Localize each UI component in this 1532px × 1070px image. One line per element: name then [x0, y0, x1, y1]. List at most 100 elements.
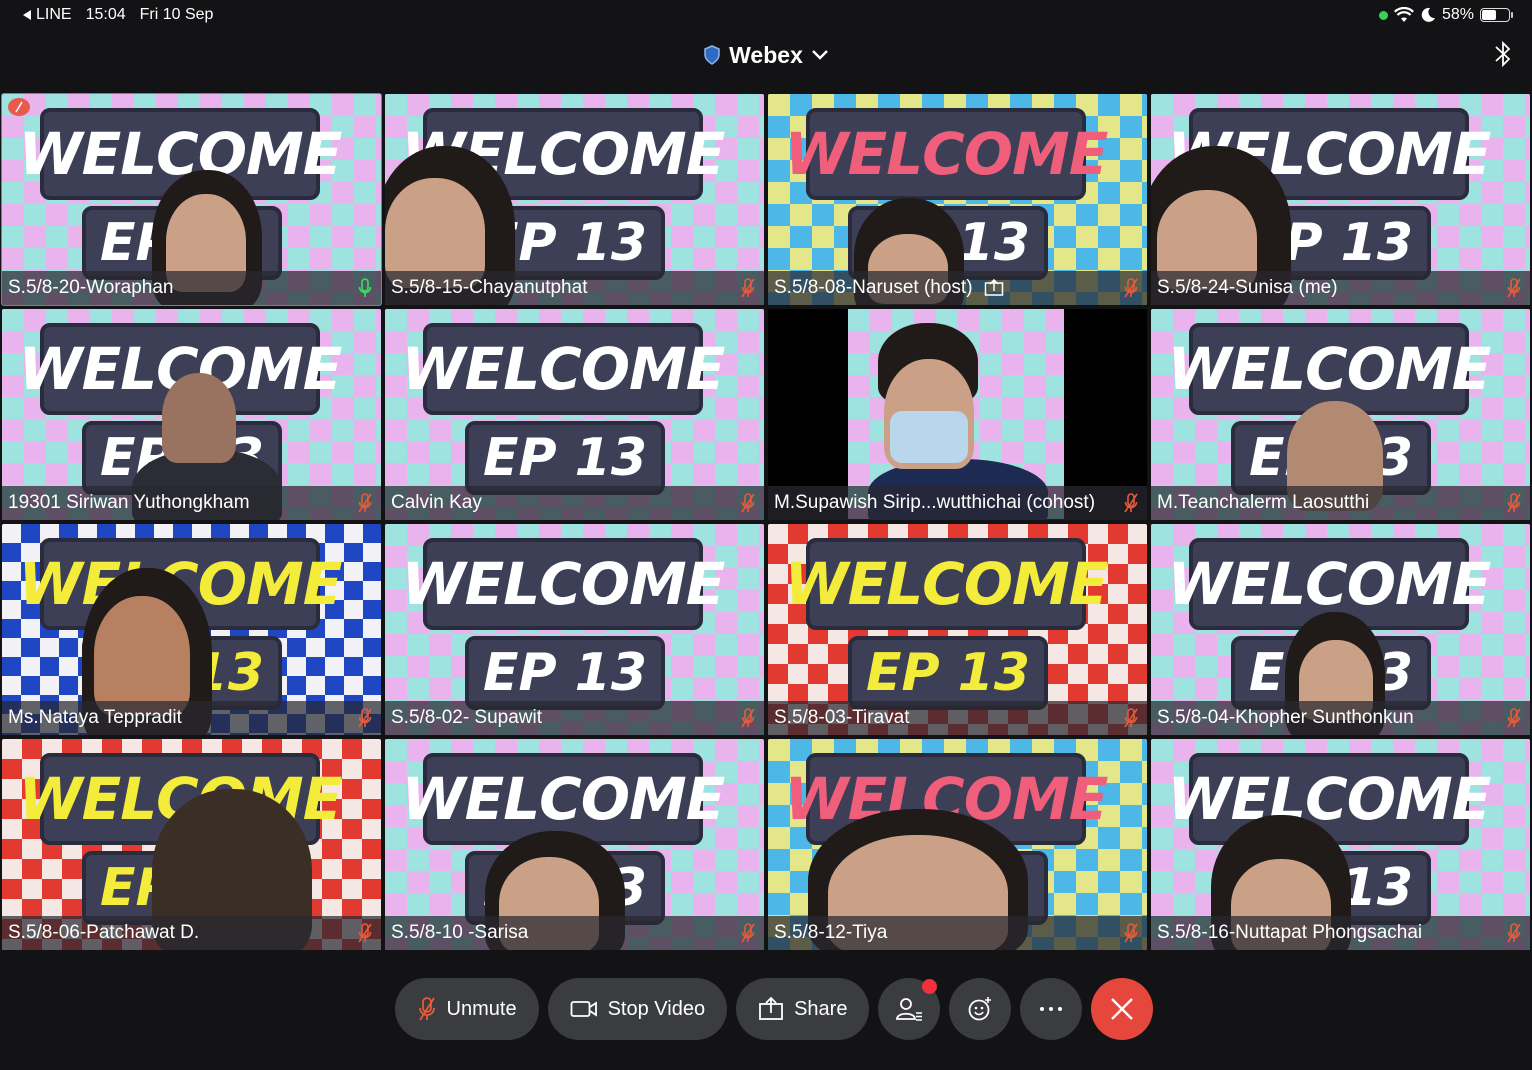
reactions-button[interactable]: [949, 978, 1012, 1040]
close-icon: [1111, 998, 1134, 1020]
participant-name: Calvin Kay: [391, 492, 482, 513]
participant-name: S.5/8-16-Nuttapat Phongsachai: [1157, 922, 1423, 943]
video-tile[interactable]: WELCOME EP 13 S.5/8-02- Supawit: [385, 524, 764, 735]
notification-badge: [922, 979, 938, 994]
mic-muted-icon: [741, 708, 755, 728]
video-tile[interactable]: M.Supawish Sirip...wutthichai (cohost): [768, 309, 1147, 520]
participant-nametag: M.Supawish Sirip...wutthichai (cohost): [768, 486, 1147, 520]
end-call-button[interactable]: [1091, 978, 1154, 1040]
video-camera-icon: [570, 1001, 597, 1017]
participant-name: S.5/8-04-Khopher Sunthonkun: [1157, 707, 1414, 728]
recording-indicator-icon: [8, 98, 30, 116]
participant-nametag: S.5/8-08-Naruset (host): [768, 271, 1147, 305]
video-tile[interactable]: WELCOME EP 13 M.Teanchalerm Laosutthi: [1151, 309, 1530, 520]
video-tile[interactable]: WELCOME EP 13 S.5/8-20-Woraphan: [1, 93, 382, 306]
mic-muted-icon: [358, 708, 372, 728]
bluetooth-icon[interactable]: [1492, 38, 1514, 70]
date: Fri 10 Sep: [139, 6, 214, 23]
more-options-button[interactable]: [1020, 978, 1083, 1040]
mic-on-icon: [358, 278, 372, 297]
participant-nametag: 19301 Siriwan Yuthongkham: [2, 486, 381, 520]
participant-nametag: S.5/8-06-Patchawat D.: [2, 916, 381, 950]
participants-button[interactable]: [878, 978, 941, 1040]
battery-percent: 58%: [1441, 6, 1474, 23]
meeting-controls: Unmute Stop Video Share: [0, 978, 1532, 1040]
video-tile[interactable]: WELCOME EP 13 S.5/8-12-Tiya: [768, 739, 1147, 950]
shield-icon: [704, 45, 720, 65]
participant-name: 19301 Siriwan Yuthongkham: [8, 492, 250, 513]
stop-video-button[interactable]: Stop Video: [547, 978, 728, 1040]
wifi-icon: [1393, 7, 1414, 22]
mic-muted-icon: [1507, 493, 1521, 513]
back-triangle-icon: [23, 10, 31, 20]
mic-muted-icon: [1124, 493, 1138, 513]
video-tile[interactable]: WELCOME EP 13 S.5/8-04-Khopher Sunthonku…: [1151, 524, 1530, 735]
episode-banner-graphic: EP 13: [465, 636, 665, 710]
episode-banner-graphic: EP 13: [848, 636, 1048, 710]
participant-name: S.5/8-02- Supawit: [391, 707, 543, 728]
participant-name: S.5/8-24-Sunisa (me): [1157, 277, 1338, 298]
welcome-banner-graphic: WELCOME: [785, 538, 1108, 630]
more-icon: [1040, 1007, 1063, 1011]
back-to-app-link[interactable]: LINE: [22, 6, 72, 24]
participant-nametag: S.5/8-03-Tiravat: [768, 701, 1147, 735]
video-tile[interactable]: WELCOME EP 13 Ms.Nataya Teppradit: [2, 524, 381, 735]
mic-muted-icon: [358, 923, 372, 943]
video-tile[interactable]: WELCOME EP 13 S.5/8-08-Naruset (host): [768, 94, 1147, 305]
battery-icon: [1480, 8, 1513, 22]
video-tile[interactable]: WELCOME EP 13 19301 Siriwan Yuthongkham: [2, 309, 381, 520]
back-app-label: LINE: [36, 6, 72, 23]
video-tile[interactable]: WELCOME EP 13 S.5/8-06-Patchawat D.: [2, 739, 381, 950]
participant-name: S.5/8-20-Woraphan: [8, 277, 174, 298]
participant-name: Ms.Nataya Teppradit: [8, 707, 182, 728]
mic-muted-icon: [418, 997, 435, 1021]
mic-muted-icon: [1507, 708, 1521, 728]
clock: 15:04: [85, 6, 126, 23]
chevron-down-icon: [812, 50, 828, 60]
sharing-icon: [984, 278, 1004, 296]
welcome-banner-graphic: WELCOME: [785, 108, 1108, 200]
mic-muted-icon: [1124, 708, 1138, 728]
participant-name: S.5/8-06-Patchawat D.: [8, 922, 200, 943]
mic-muted-icon: [1124, 278, 1138, 298]
participant-name: M.Supawish Sirip...wutthichai (cohost): [774, 492, 1096, 513]
participant-face: [94, 596, 190, 716]
mic-muted-icon: [1507, 923, 1521, 943]
participant-face: [162, 373, 236, 463]
participant-nametag: M.Teanchalerm Laosutthi: [1151, 486, 1530, 520]
participant-nametag: S.5/8-24-Sunisa (me): [1151, 271, 1530, 305]
participant-nametag: S.5/8-15-Chayanutphat: [385, 271, 764, 305]
participant-nametag: S.5/8-10 -Sarisa: [385, 916, 764, 950]
participants-icon: [896, 998, 923, 1021]
participant-nametag: S.5/8-12-Tiya: [768, 916, 1147, 950]
app-title: Webex: [729, 41, 803, 68]
video-tile[interactable]: WELCOME EP 13 Calvin Kay: [385, 309, 764, 520]
share-button[interactable]: Share: [736, 978, 870, 1040]
mic-muted-icon: [358, 493, 372, 513]
moon-icon: [1421, 7, 1435, 22]
welcome-banner-graphic: WELCOME: [1168, 753, 1491, 845]
video-tile[interactable]: WELCOME EP 13 S.5/8-15-Chayanutphat: [385, 94, 764, 305]
mic-muted-icon: [1124, 923, 1138, 943]
stop-video-label: Stop Video: [607, 997, 706, 1020]
video-tile[interactable]: WELCOME EP 13 S.5/8-24-Sunisa (me): [1151, 94, 1530, 305]
participant-nametag: S.5/8-16-Nuttapat Phongsachai: [1151, 916, 1530, 950]
video-tile[interactable]: WELCOME EP 13 S.5/8-16-Nuttapat Phongsac…: [1151, 739, 1530, 950]
mic-muted-icon: [741, 493, 755, 513]
participant-name: S.5/8-03-Tiravat: [774, 707, 910, 728]
participant-name: S.5/8-10 -Sarisa: [391, 922, 529, 943]
participant-name: S.5/8-08-Naruset (host): [774, 277, 1123, 299]
welcome-banner-graphic: WELCOME: [402, 538, 725, 630]
video-tile[interactable]: WELCOME EP 13 S.5/8-03-Tiravat: [768, 524, 1147, 735]
meeting-title-bar[interactable]: Webex: [0, 36, 1532, 74]
mic-muted-icon: [1507, 278, 1521, 298]
participant-name: S.5/8-12-Tiya: [774, 922, 888, 943]
video-grid: WELCOME EP 13 S.5/8-20-Woraphan WELCOME …: [1, 93, 1530, 954]
unmute-button[interactable]: Unmute: [394, 978, 539, 1040]
face-mask: [890, 411, 968, 463]
participant-nametag: Ms.Nataya Teppradit: [2, 701, 381, 735]
video-tile[interactable]: WELCOME EP 13 S.5/8-10 -Sarisa: [385, 739, 764, 950]
mic-muted-icon: [741, 923, 755, 943]
emoji-icon: [969, 997, 992, 1021]
participant-nametag: S.5/8-02- Supawit: [385, 701, 764, 735]
